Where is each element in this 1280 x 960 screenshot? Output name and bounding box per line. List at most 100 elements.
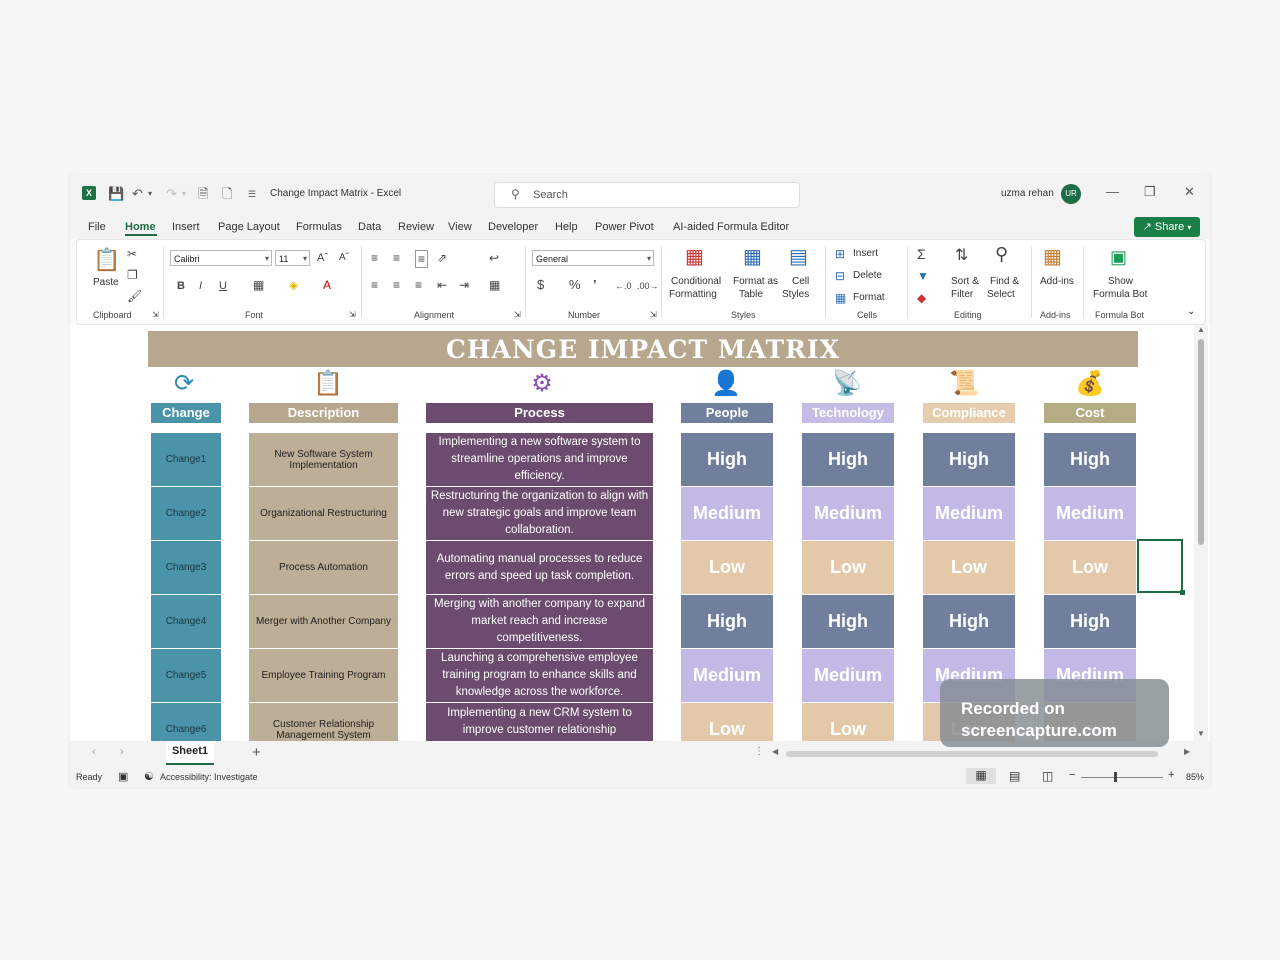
table-row-process[interactable]: Automating manual processes to reduce er… (426, 541, 653, 594)
tab-view[interactable]: View (448, 221, 472, 233)
search-box[interactable]: ⚲ Search (494, 182, 800, 208)
technology-impact-cell[interactable]: High (802, 433, 894, 486)
tab-help[interactable]: Help (555, 221, 578, 233)
formula-bot-icon[interactable]: ▣ (1110, 246, 1127, 268)
addins-icon[interactable]: ▦ (1043, 246, 1062, 268)
undo-dropdown-icon[interactable]: ▾ (148, 186, 152, 202)
currency-icon[interactable]: $ (537, 277, 544, 293)
table-row-change[interactable]: Change5 (151, 649, 221, 702)
scroll-right-icon[interactable]: ▶ (1184, 747, 1190, 756)
font-name-select[interactable]: Calibri ▾ (170, 250, 272, 266)
cost-impact-cell[interactable]: Low (1044, 541, 1136, 594)
format-cells-icon[interactable]: ▦ (835, 290, 846, 306)
fill-icon[interactable]: ▼ (917, 268, 929, 284)
prev-sheet-icon[interactable]: ‹ (92, 746, 96, 758)
format-as-table-label-1[interactable]: Format as (733, 276, 778, 287)
insert-cells-label[interactable]: Insert (853, 248, 878, 259)
technology-impact-cell[interactable]: Low (802, 703, 894, 741)
page-layout-view-icon[interactable]: ▤ (1009, 769, 1020, 783)
copy-icon[interactable]: ❐ (127, 267, 138, 283)
table-row-process[interactable]: Implementing a new CRM system to improve… (426, 703, 653, 741)
font-color-icon[interactable]: A (323, 277, 331, 293)
scroll-left-icon[interactable]: ◀ (772, 747, 778, 756)
conditional-formatting-label-1[interactable]: Conditional (671, 276, 721, 287)
redo-dropdown-icon[interactable]: ▾ (182, 186, 186, 202)
insert-cells-icon[interactable]: ⊞ (835, 246, 845, 262)
increase-font-icon[interactable]: Aˆ (317, 250, 328, 266)
font-size-select[interactable]: 11 ▾ (275, 250, 310, 266)
table-row-process[interactable]: Implementing a new software system to st… (426, 433, 653, 486)
cell-styles-icon[interactable]: ▤ (789, 246, 808, 268)
vertical-scrollbar[interactable]: ▲ ▼ (1194, 325, 1208, 741)
page-break-view-icon[interactable]: ◫ (1042, 769, 1053, 783)
add-sheet-button[interactable]: + (252, 744, 261, 761)
accessibility-icon[interactable]: ☯ (144, 770, 154, 783)
alignment-launcher-icon[interactable]: ⇲ (514, 310, 521, 319)
comma-style-icon[interactable]: ’ (593, 277, 597, 293)
cell-styles-label-2[interactable]: Styles (782, 289, 809, 300)
underline-icon[interactable]: U (219, 278, 227, 294)
table-row-description[interactable]: Customer Relationship Management System (249, 703, 398, 741)
autosum-icon[interactable]: Σ (917, 246, 926, 262)
sheet-tab-sheet1[interactable]: Sheet1 (166, 741, 214, 765)
decrease-decimal-icon[interactable]: .00→ (637, 278, 659, 294)
format-cells-label[interactable]: Format (853, 292, 885, 303)
clear-icon[interactable]: ◆ (917, 290, 926, 306)
table-row-process[interactable]: Restructuring the organization to align … (426, 487, 653, 540)
save-icon[interactable]: 💾 (108, 186, 124, 202)
number-format-select[interactable]: General ▾ (532, 250, 654, 266)
sort-filter-label-2[interactable]: Filter (951, 289, 973, 300)
table-row-description[interactable]: New Software System Implementation (249, 433, 398, 486)
align-right-icon[interactable]: ≡ (415, 277, 422, 293)
tab-power-pivot[interactable]: Power Pivot (595, 221, 654, 233)
sort-filter-label-1[interactable]: Sort & (951, 276, 979, 287)
align-top-icon[interactable]: ≡ (371, 250, 378, 266)
tab-formulas[interactable]: Formulas (296, 221, 342, 233)
next-sheet-icon[interactable]: › (120, 746, 124, 758)
fill-color-icon[interactable]: ◈ (289, 277, 298, 293)
normal-view-icon[interactable]: ▦ (966, 768, 996, 784)
format-as-table-icon[interactable]: ▦ (743, 246, 762, 268)
tab-home[interactable]: Home (125, 221, 156, 233)
align-center-icon[interactable]: ≡ (393, 277, 400, 293)
people-impact-cell[interactable]: Low (681, 703, 773, 741)
percent-icon[interactable]: % (569, 277, 581, 293)
selected-cell[interactable] (1137, 539, 1183, 593)
scroll-up-icon[interactable]: ▲ (1197, 325, 1205, 334)
formula-bot-label-1[interactable]: Show (1108, 276, 1133, 287)
tab-review[interactable]: Review (398, 221, 434, 233)
increase-decimal-icon[interactable]: ←.0 (615, 278, 632, 294)
technology-impact-cell[interactable]: Medium (802, 649, 894, 702)
merge-center-icon[interactable]: ▦ (489, 277, 500, 293)
delete-cells-icon[interactable]: ⊟ (835, 268, 845, 284)
cost-impact-cell[interactable]: High (1044, 433, 1136, 486)
decrease-indent-icon[interactable]: ⇤ (437, 277, 447, 293)
people-impact-cell[interactable]: Medium (681, 487, 773, 540)
table-row-process[interactable]: Launching a comprehensive employee train… (426, 649, 653, 702)
bold-icon[interactable]: B (177, 278, 185, 294)
people-impact-cell[interactable]: High (681, 433, 773, 486)
scroll-down-icon[interactable]: ▼ (1197, 729, 1205, 738)
cost-impact-cell[interactable]: Medium (1044, 487, 1136, 540)
table-row-change[interactable]: Change2 (151, 487, 221, 540)
cell-styles-label-1[interactable]: Cell (792, 276, 809, 287)
vertical-scroll-thumb[interactable] (1198, 339, 1204, 545)
tab-page-layout[interactable]: Page Layout (218, 221, 280, 233)
tab-ai-formula-editor[interactable]: AI-aided Formula Editor (673, 221, 789, 233)
find-select-label-1[interactable]: Find & (990, 276, 1019, 287)
new-file-icon[interactable]: 🗋 (222, 186, 232, 202)
tab-options-icon[interactable]: ⋮ (754, 746, 764, 757)
table-row-change[interactable]: Change6 (151, 703, 221, 741)
formula-bot-label-2[interactable]: Formula Bot (1093, 289, 1147, 300)
wrap-text-icon[interactable]: ↩ (489, 250, 499, 266)
table-row-description[interactable]: Organizational Restructuring (249, 487, 398, 540)
increase-indent-icon[interactable]: ⇥ (459, 277, 469, 293)
collapse-ribbon-icon[interactable]: ⌄ (1187, 306, 1195, 317)
tab-insert[interactable]: Insert (172, 221, 200, 233)
close-icon[interactable]: ✕ (1184, 184, 1195, 200)
tab-data[interactable]: Data (358, 221, 381, 233)
table-row-process[interactable]: Merging with another company to expand m… (426, 595, 653, 648)
table-row-description[interactable]: Merger with Another Company (249, 595, 398, 648)
tab-file[interactable]: File (88, 221, 106, 233)
redo-icon[interactable]: ↷ (166, 186, 177, 202)
